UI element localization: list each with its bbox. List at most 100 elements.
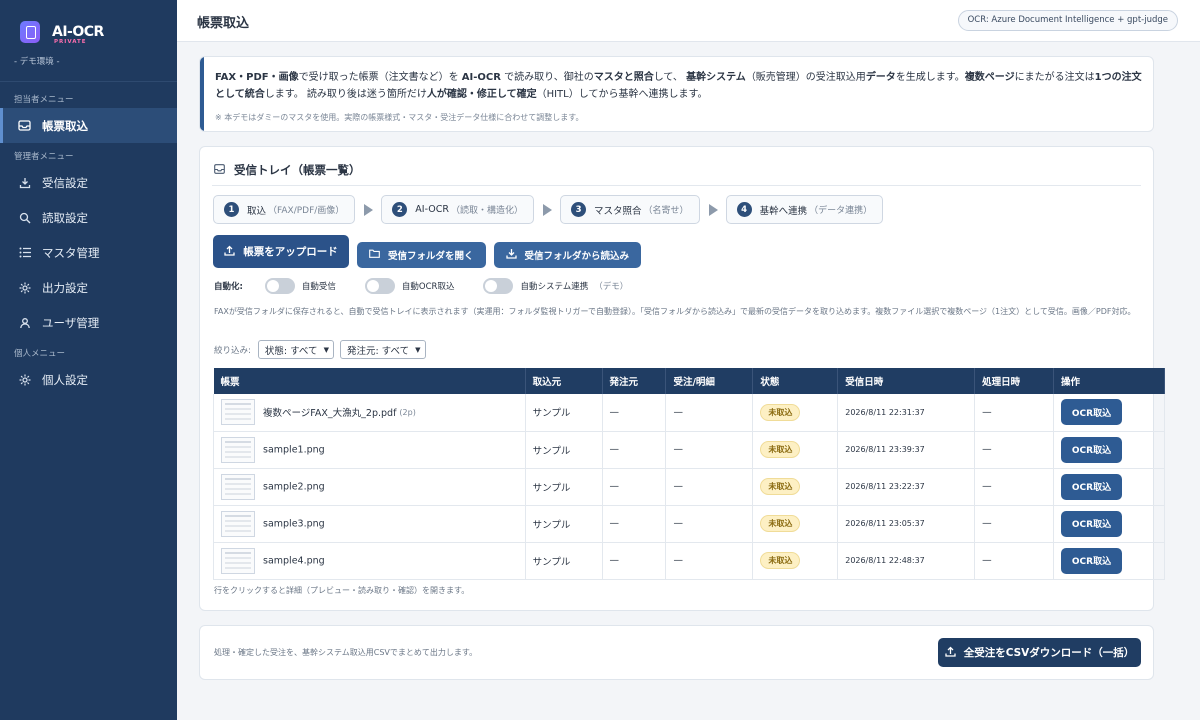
ocr-import-button[interactable]: OCR取込: [1061, 510, 1122, 537]
csv-export-card: 処理・確定した受注を、基幹システム取込用CSVでまとめて出力します。 全受注をC…: [199, 625, 1154, 680]
sidebar-item-form-import[interactable]: 帳票取込: [0, 108, 177, 143]
step-sub: （FAX/PDF/画像）: [268, 206, 345, 216]
info-note: ※ 本デモはダミーのマスタを使用。実際の帳票様式・マスタ・受注データ仕様に合わせ…: [215, 113, 584, 122]
column-header: 処理日時: [974, 368, 1054, 394]
column-header: 帳票: [213, 368, 526, 394]
sidebar-item-user-management[interactable]: ユーザ管理: [0, 305, 177, 340]
status-badge: 未取込: [760, 552, 801, 569]
demo-note: （デモ）: [594, 282, 629, 292]
source-filter-select[interactable]: 発注元: すべて ▼: [339, 340, 426, 359]
document-thumbnail-icon: [221, 436, 255, 463]
processed-cell: —: [974, 542, 1054, 580]
filter-label: 絞り込み:: [214, 345, 251, 356]
ocr-import-button[interactable]: OCR取込: [1061, 473, 1122, 500]
auto-ocr-label: 自動OCR取込: [401, 282, 455, 292]
open-folder-button[interactable]: 受信フォルダを開く: [357, 242, 486, 268]
detail-cell: —: [665, 505, 754, 543]
table-row[interactable]: sample4.png サンプル — — 未取込 2026/8/11 22:48:37— O…: [213, 542, 1165, 580]
automation-row: 自動化: 自動受信 自動OCR取込 自動システム連携 （デモ）: [214, 278, 628, 294]
file-cell: sample3.png: [213, 505, 526, 543]
table-row[interactable]: sample2.png サンプル — — 未取込 2026/8/11 23:22:37— O…: [213, 468, 1165, 506]
automation-label: 自動化:: [214, 282, 243, 292]
status-cell: 未取込: [752, 431, 839, 469]
auto-ocr-toggle[interactable]: [364, 278, 395, 294]
auto-system-link-toggle[interactable]: [483, 278, 514, 294]
received-cell: 2026/8/11 22:31:37: [837, 394, 976, 432]
sidebar-item-receive-settings[interactable]: 受信設定: [0, 165, 177, 200]
info-text: で受け取った帳票（注文書など）を: [298, 72, 462, 83]
received-cell: 2026/8/11 23:39:37: [837, 431, 976, 469]
auto-system-link-label: 自動システム連携: [520, 282, 589, 292]
chevron-down-icon: ▼: [415, 345, 421, 354]
file-name: sample3.png: [263, 518, 325, 529]
status-badge: 未取込: [760, 478, 801, 495]
csv-description: 処理・確定した受注を、基幹システム取込用CSVでまとめて出力します。: [214, 648, 478, 657]
table-row[interactable]: 複数ページFAX_大漁丸_2p.pdf (2p) サンプル — — 未取込 2026/8/1…: [213, 394, 1165, 432]
folder-icon: [369, 249, 380, 261]
detail-cell: —: [665, 468, 754, 506]
step-core-link: 4 基幹へ連携 （データ連携）: [725, 195, 884, 224]
sidebar-item-label: 読取設定: [42, 210, 88, 225]
sidebar-item-master[interactable]: マスタ管理: [0, 235, 177, 270]
info-text: （HITL）してから基幹へ連携します。: [536, 89, 708, 100]
info-emphasis: 複数ページ: [964, 72, 1015, 83]
sidebar-item-personal-settings[interactable]: 個人設定: [0, 362, 177, 397]
step-number: 4: [736, 202, 752, 217]
column-header: 操作: [1053, 368, 1165, 394]
info-text: を生成します。: [895, 72, 965, 83]
sidebar-item-label: 受信設定: [42, 175, 88, 190]
file-name: 複数ページFAX_大漁丸_2p.pdf: [263, 408, 397, 420]
detail-cell: —: [665, 542, 754, 580]
csv-download-button[interactable]: 全受注をCSVダウンロード（一括）: [938, 638, 1141, 667]
inbox-card: 受信トレイ（帳票一覧） 1 取込 （FAX/PDF/画像） 2 AI-OCR （…: [199, 146, 1165, 611]
step-ocr: 2 AI-OCR （読取・構造化）: [381, 195, 535, 224]
sidebar-item-label: 帳票取込: [42, 118, 88, 133]
status-cell: 未取込: [752, 505, 839, 543]
ocr-import-button[interactable]: OCR取込: [1061, 399, 1122, 426]
step-label: AI-OCR: [415, 204, 450, 215]
table-note: 行をクリックすると詳細（プレビュー・読み取り・確認）を開きます。: [214, 586, 470, 595]
table-header-row: 帳票 取込元 発注元 受注/明細 状態 受信日時 処理日時 操作: [213, 368, 1165, 394]
info-text: します。 読み取り後は迷う箇所だけ: [264, 89, 427, 100]
file-name: sample4.png: [263, 555, 325, 566]
table-row[interactable]: sample3.png サンプル — — 未取込 2026/8/11 23:05:37— O…: [213, 505, 1165, 543]
step-number: 1: [224, 202, 239, 217]
info-emphasis: FAX・PDF・画像: [215, 72, 299, 83]
auto-receive-toggle[interactable]: [264, 278, 295, 294]
info-emphasis: 人が確認・修正して確定: [426, 89, 537, 100]
document-thumbnail-icon: [221, 547, 255, 574]
info-text: にまたがる注文は: [1014, 72, 1095, 83]
sidebar-item-output-settings[interactable]: 出力設定: [0, 270, 177, 305]
upload-button-label: 帳票をアップロード: [243, 246, 338, 258]
load-folder-button[interactable]: 受信フォルダから読込み: [493, 242, 642, 268]
received-cell: 2026/8/11 23:05:37: [837, 505, 976, 543]
sidebar-item-read-settings[interactable]: 読取設定: [0, 200, 177, 235]
ocr-import-button[interactable]: OCR取込: [1061, 547, 1122, 574]
brand: AI-OCR PRIVATE - デモ環境 -: [0, 0, 177, 82]
step-arrow-icon: [364, 203, 374, 216]
upload-icon: [224, 245, 235, 259]
sidebar-item-label: マスタ管理: [42, 245, 100, 260]
table-row[interactable]: sample1.png サンプル — — 未取込 2026/8/11 23:39:37— O…: [213, 431, 1165, 469]
received-cell: 2026/8/11 23:22:37: [837, 468, 976, 506]
gear-icon: [18, 281, 31, 294]
upload-button[interactable]: 帳票をアップロード: [213, 235, 349, 268]
file-cell: sample4.png: [213, 542, 526, 580]
action-cell: OCR取込: [1053, 431, 1165, 469]
column-header: 状態: [752, 368, 839, 394]
chevron-down-icon: ▼: [323, 345, 329, 354]
ocr-import-button[interactable]: OCR取込: [1061, 436, 1122, 463]
info-description: FAX・PDF・画像で受け取った帳票（注文書など）を AI-OCR で読み取り、…: [215, 69, 1145, 103]
step-import: 1 取込 （FAX/PDF/画像）: [213, 195, 356, 224]
file-name: sample2.png: [263, 481, 325, 492]
csv-download-label: 全受注をCSVダウンロード（一括）: [963, 647, 1135, 659]
processed-cell: —: [974, 468, 1054, 506]
status-cell: 未取込: [752, 394, 839, 432]
status-filter-select[interactable]: 状態: すべて ▼: [257, 340, 334, 359]
column-header: 受信日時: [837, 368, 976, 394]
inbox-icon: [18, 119, 31, 132]
page-count: (2p): [399, 407, 416, 417]
step-sub: （データ連携）: [809, 206, 873, 216]
download-icon: [18, 176, 31, 189]
inbox-icon: [214, 163, 226, 177]
